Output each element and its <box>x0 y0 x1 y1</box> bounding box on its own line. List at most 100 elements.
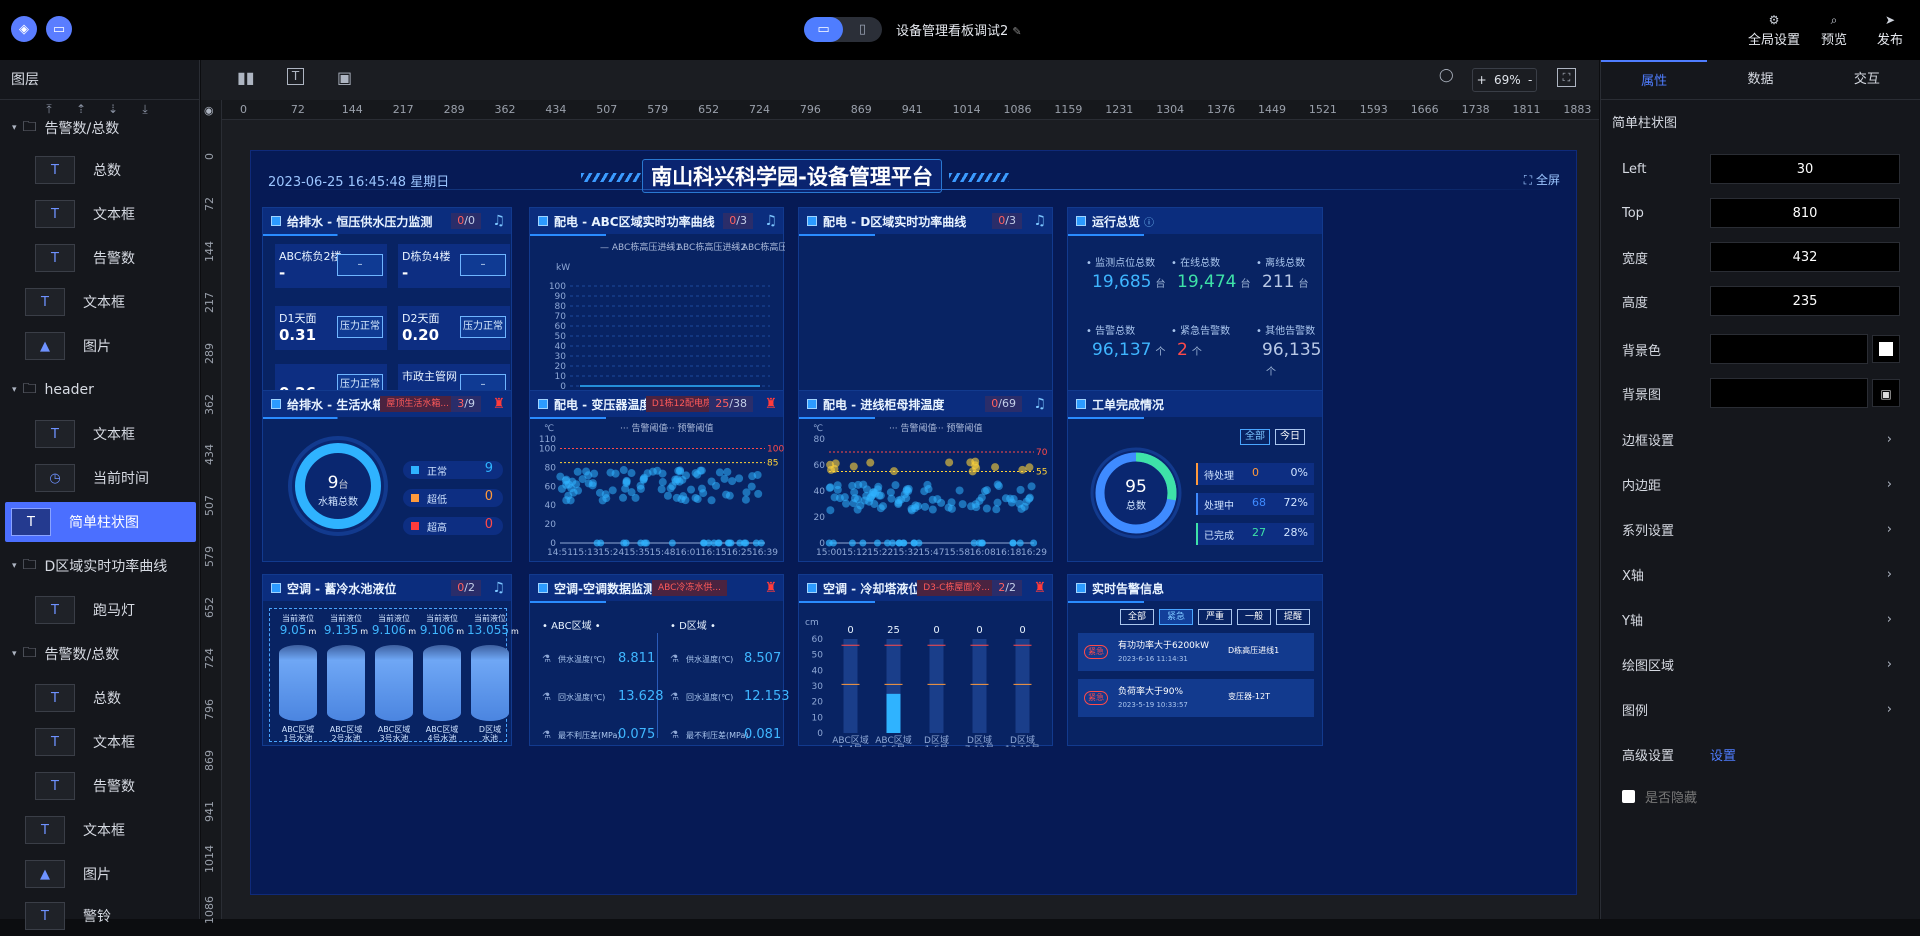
advanced-settings-link[interactable]: 设置 <box>1710 745 1736 764</box>
caret-down-icon[interactable]: ▾ <box>12 561 17 571</box>
bell-icon[interactable]: ♫ <box>764 213 777 229</box>
section-4[interactable]: Y轴 › <box>1622 604 1902 634</box>
image-picker-icon[interactable]: ▣ <box>1872 379 1900 407</box>
layer-item[interactable]: T 警铃 <box>0 896 200 936</box>
preview-button[interactable]: ⌕ 预览 <box>1821 13 1847 48</box>
layer-group[interactable]: ▾ 🗀 D区域实时功率曲线 <box>0 546 200 586</box>
layer-group[interactable]: ▾ 🗀 header <box>0 370 200 410</box>
layer-item[interactable]: T 文本框 <box>0 282 200 322</box>
layer-item[interactable]: T 告警数 <box>0 238 200 278</box>
bg-image-input[interactable] <box>1710 378 1868 408</box>
bell-icon[interactable]: ♫ <box>1033 213 1046 229</box>
caret-down-icon[interactable]: ▾ <box>12 649 17 659</box>
alert-item[interactable]: 紧急 负荷率大于90% 2023-5-19 10:33:57 变压器-12T <box>1078 679 1314 717</box>
components-icon[interactable]: ▭ <box>46 16 72 42</box>
status-button[interactable]: 压力正常 <box>337 316 383 338</box>
y-tick: 40 <box>545 501 557 511</box>
prop-input-宽度[interactable]: 432 <box>1710 242 1900 272</box>
help-icon[interactable]: ⓘ <box>1144 214 1154 229</box>
alert-filter-0[interactable]: 全部 <box>1120 609 1154 625</box>
prop-input-Left[interactable]: 30 <box>1710 154 1900 184</box>
bell-icon[interactable]: ♫ <box>492 213 505 229</box>
desktop-icon[interactable]: ▭ <box>804 17 843 42</box>
section-5[interactable]: 绘图区域 › <box>1622 649 1902 679</box>
bell-icon[interactable]: ♫ <box>1033 396 1046 412</box>
layer-item[interactable]: T 告警数 <box>0 766 200 806</box>
zoom-out-icon[interactable]: - <box>1528 73 1532 87</box>
section-6[interactable]: 图例 › <box>1622 694 1902 724</box>
project-title[interactable]: 设备管理看板调试2 ✎ <box>896 20 1022 39</box>
panel-cooling-tower[interactable]: 空调 - 冷却塔液位 D3-C栋屋面冷... 2/2 ♜ cm 0 10 20 30 40 50 6… <box>798 574 1053 747</box>
section-2[interactable]: 系列设置 › <box>1622 514 1902 544</box>
eye-icon[interactable]: ◉ <box>204 104 214 117</box>
layer-item[interactable]: ▲ 图片 <box>0 854 200 894</box>
bg-color-input[interactable] <box>1710 334 1868 364</box>
panel-busbar-temp[interactable]: 配电 - 进线柜母排温度 0/69 ♫ ℃ ··· 告警阈值 70 ··· 预警阈值 55 0… <box>798 390 1053 562</box>
caret-down-icon[interactable]: ▾ <box>12 123 17 133</box>
alert-device: D栋高压进线1 <box>1228 646 1280 655</box>
publish-button[interactable]: ➤ 发布 <box>1877 13 1903 48</box>
layer-group[interactable]: ▾ 🗀 告警数/总数 <box>0 108 200 148</box>
layer-item[interactable]: T 总数 <box>0 150 200 190</box>
section-1[interactable]: 内边距 › <box>1622 469 1902 499</box>
panel-ac-data[interactable]: 空调-空调数据监测 ABC冷冻水供... ♜ • ABC区域 • • D区域 • ⚗… <box>529 574 790 746</box>
edit-icon[interactable]: ✎ <box>1012 25 1021 38</box>
siren-icon[interactable]: ♜ <box>1033 580 1046 596</box>
alert-filter-4[interactable]: 提醒 <box>1276 609 1310 625</box>
status-button[interactable]: – <box>337 254 383 276</box>
filter-all-button[interactable]: 全部 <box>1240 429 1270 445</box>
siren-icon[interactable]: ♜ <box>492 396 505 412</box>
alert-filter-3[interactable]: 一般 <box>1237 609 1271 625</box>
layer-item[interactable]: T 跑马灯 <box>0 590 200 630</box>
layer-group[interactable]: ▾ 🗀 告警数/总数 <box>0 634 200 674</box>
layer-item[interactable]: T 简单柱状图 <box>5 502 196 542</box>
zoom-in-icon[interactable]: + <box>1477 73 1487 87</box>
y-tick: 60 <box>545 482 557 492</box>
bell-icon[interactable]: ♫ <box>492 580 505 596</box>
mouse-icon[interactable]: ◯ <box>1439 68 1454 83</box>
status-button[interactable]: – <box>460 254 506 276</box>
tab-properties[interactable]: 属性 <box>1601 60 1708 99</box>
siren-icon[interactable]: ♜ <box>764 580 777 596</box>
data-point <box>699 539 707 547</box>
caret-down-icon[interactable]: ▾ <box>12 385 17 395</box>
siren-icon[interactable]: ♜ <box>764 396 777 412</box>
panel-water-tank[interactable]: 给排水 - 生活水箱液位监测 屋顶生活水箱... 3/9 ♜ 9台 水箱总数 正常 9 超低… <box>262 390 512 562</box>
layer-item[interactable]: ◷ 当前时间 <box>0 458 200 498</box>
layer-item[interactable]: T 总数 <box>0 678 200 718</box>
filter-today-button[interactable]: 今日 <box>1275 429 1305 445</box>
fullscreen-icon[interactable]: ⛶ <box>1557 68 1576 87</box>
dashboard-board[interactable]: 2023-06-25 16:45:48 星期日 南山科兴科学园-设备管理平台 ⛶… <box>250 150 1577 895</box>
chart-tool-icon[interactable]: ▮▮ <box>237 68 255 87</box>
tab-interaction[interactable]: 交互 <box>1814 60 1920 99</box>
global-settings-button[interactable]: ⚙ 全局设置 <box>1748 13 1800 48</box>
x-tick: 15:58 <box>944 548 970 558</box>
layers-logo-icon[interactable]: ◈ <box>11 16 37 42</box>
color-picker-icon[interactable] <box>1872 335 1900 363</box>
text-tool-icon[interactable]: T <box>287 68 304 85</box>
section-0[interactable]: 边框设置 › <box>1622 424 1902 454</box>
alert-filter-1[interactable]: 紧急 <box>1159 609 1193 625</box>
layer-item[interactable]: T 文本框 <box>0 722 200 762</box>
layer-item[interactable]: T 文本框 <box>0 194 200 234</box>
layer-item[interactable]: T 文本框 <box>0 810 200 850</box>
zoom-control[interactable]: +69% - <box>1472 68 1537 92</box>
panel-transformer-temp[interactable]: 配电 - 变压器温度 D1栋12配电房-1 25/38 ♜ ℃ ··· 告警阈值 100 ·… <box>529 390 784 562</box>
fullscreen-button[interactable]: ⛶ 全屏 <box>1524 171 1560 188</box>
layer-item[interactable]: ▲ 图片 <box>0 326 200 366</box>
layer-item[interactable]: T 文本框 <box>0 414 200 454</box>
mobile-icon[interactable]: ▯ <box>843 17 882 42</box>
alert-filter-2[interactable]: 严重 <box>1198 609 1232 625</box>
alert-item[interactable]: 紧急 有功功率大于6200kW 2023-6-16 11:14:31 D栋高压进线1 <box>1078 633 1314 671</box>
panel-realtime-alerts[interactable]: 实时告警信息 全部 紧急 严重 一般 提醒 紧急 有功功率大于6200kW 2023-6-1… <box>1067 574 1323 746</box>
prop-input-Top[interactable]: 810 <box>1710 198 1900 228</box>
prop-input-高度[interactable]: 235 <box>1710 286 1900 316</box>
status-button[interactable]: 压力正常 <box>460 316 506 338</box>
section-3[interactable]: X轴 › <box>1622 559 1902 589</box>
hide-checkbox[interactable] <box>1622 789 1635 803</box>
tab-data[interactable]: 数据 <box>1707 60 1813 99</box>
image-tool-icon[interactable]: ▣ <box>337 68 352 87</box>
panel-work-orders[interactable]: 工单完成情况 全部 今日 95 总数 待处理 0 0% 处理中 68 72% 已完成 27 28% <box>1067 390 1323 562</box>
panel-cold-pool[interactable]: 空调 - 蓄冷水池液位 0/2 ♫ 当前液位 9.05 m ABC区域 1号水池 当前液位 9… <box>262 574 519 746</box>
device-toggle[interactable]: ▭ ▯ <box>804 17 882 42</box>
